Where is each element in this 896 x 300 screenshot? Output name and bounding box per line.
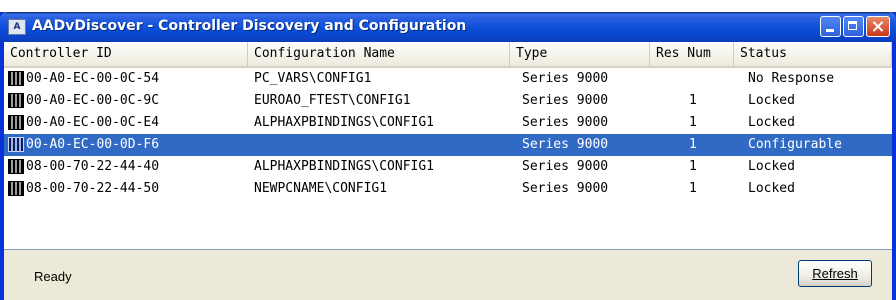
controller-device-icon	[8, 93, 24, 108]
cell-configuration-name: ALPHAXPBINDINGS\CONFIG1	[254, 115, 435, 130]
table-row[interactable]: 08-00-70-22-44-40 ALPHAXPBINDINGS\CONFIG1…	[4, 156, 892, 178]
cell-type: Series 9000	[522, 137, 609, 152]
app-window: A AADvDiscover - Controller Discovery an…	[0, 12, 896, 300]
cell-controller-id: 00-A0-EC-00-0C-E4	[26, 115, 160, 130]
app-icon: A	[8, 19, 26, 35]
controller-device-icon	[8, 115, 24, 130]
controller-device-icon	[8, 181, 24, 196]
cell-res-num: 1	[689, 93, 697, 108]
cell-res-num: 1	[689, 115, 697, 130]
cell-type: Series 9000	[522, 159, 609, 174]
table-row[interactable]: 00-A0-EC-00-0C-54 PC_VARS\CONFIG1 Series 9…	[4, 68, 892, 90]
controller-device-icon	[8, 71, 24, 86]
close-button[interactable]	[866, 16, 890, 37]
cell-configuration-name: PC_VARS\CONFIG1	[254, 71, 372, 86]
cell-status: Configurable	[748, 137, 842, 152]
cell-controller-id: 00-A0-EC-00-0C-9C	[26, 93, 160, 108]
column-header-controller-id[interactable]: Controller ID	[4, 42, 248, 66]
cell-type: Series 9000	[522, 115, 609, 130]
window-title: AADvDiscover - Controller Discovery and …	[32, 18, 467, 34]
cell-status: No Response	[748, 71, 835, 86]
table-row[interactable]: 08-00-70-22-44-50 NEWPCNAME\CONFIG1 Series…	[4, 178, 892, 200]
column-header-status[interactable]: Status	[734, 42, 892, 66]
column-header-configuration-name[interactable]: Configuration Name	[248, 42, 510, 66]
controller-device-icon	[8, 137, 24, 152]
list-header: Controller ID Configuration Name Type Re…	[4, 42, 892, 68]
column-header-res-num[interactable]: Res Num	[650, 42, 734, 66]
table-row[interactable]: 00-A0-EC-00-0C-E4 ALPHAXPBINDINGS\CONFIG1…	[4, 112, 892, 134]
refresh-button[interactable]: Refresh	[798, 260, 872, 287]
maximize-button[interactable]	[843, 16, 864, 37]
cell-type: Series 9000	[522, 181, 609, 196]
title-bar[interactable]: A AADvDiscover - Controller Discovery an…	[0, 12, 896, 42]
table-row[interactable]: 00-A0-EC-00-0C-9C EUROAO_FTEST\CONFIG1 Ser…	[4, 90, 892, 112]
cell-controller-id: 08-00-70-22-44-50	[26, 181, 160, 196]
cell-status: Locked	[748, 181, 795, 196]
controller-device-icon	[8, 159, 24, 174]
cell-configuration-name: NEWPCNAME\CONFIG1	[254, 181, 388, 196]
cell-type: Series 9000	[522, 93, 609, 108]
cell-controller-id: 00-A0-EC-00-0D-F6	[26, 137, 160, 152]
minimize-button[interactable]	[820, 16, 841, 37]
cell-res-num: 1	[689, 137, 697, 152]
cell-controller-id: 08-00-70-22-44-40	[26, 159, 160, 174]
column-header-type[interactable]: Type	[510, 42, 650, 66]
cell-res-num: 1	[689, 181, 697, 196]
cell-controller-id: 00-A0-EC-00-0C-54	[26, 71, 160, 86]
cell-configuration-name: ALPHAXPBINDINGS\CONFIG1	[254, 159, 435, 174]
cell-type: Series 9000	[522, 71, 609, 86]
cell-res-num: 1	[689, 159, 697, 174]
status-bar: Ready Refresh	[4, 250, 892, 300]
cell-status: Locked	[748, 159, 795, 174]
controller-list[interactable]: Controller ID Configuration Name Type Re…	[4, 42, 892, 250]
cell-configuration-name: EUROAO_FTEST\CONFIG1	[254, 93, 411, 108]
cell-status: Locked	[748, 115, 795, 130]
status-text: Ready	[34, 269, 72, 284]
table-row[interactable]: 00-A0-EC-00-0D-F6 Series 9000 1 Configurabl…	[4, 134, 892, 156]
cell-status: Locked	[748, 93, 795, 108]
